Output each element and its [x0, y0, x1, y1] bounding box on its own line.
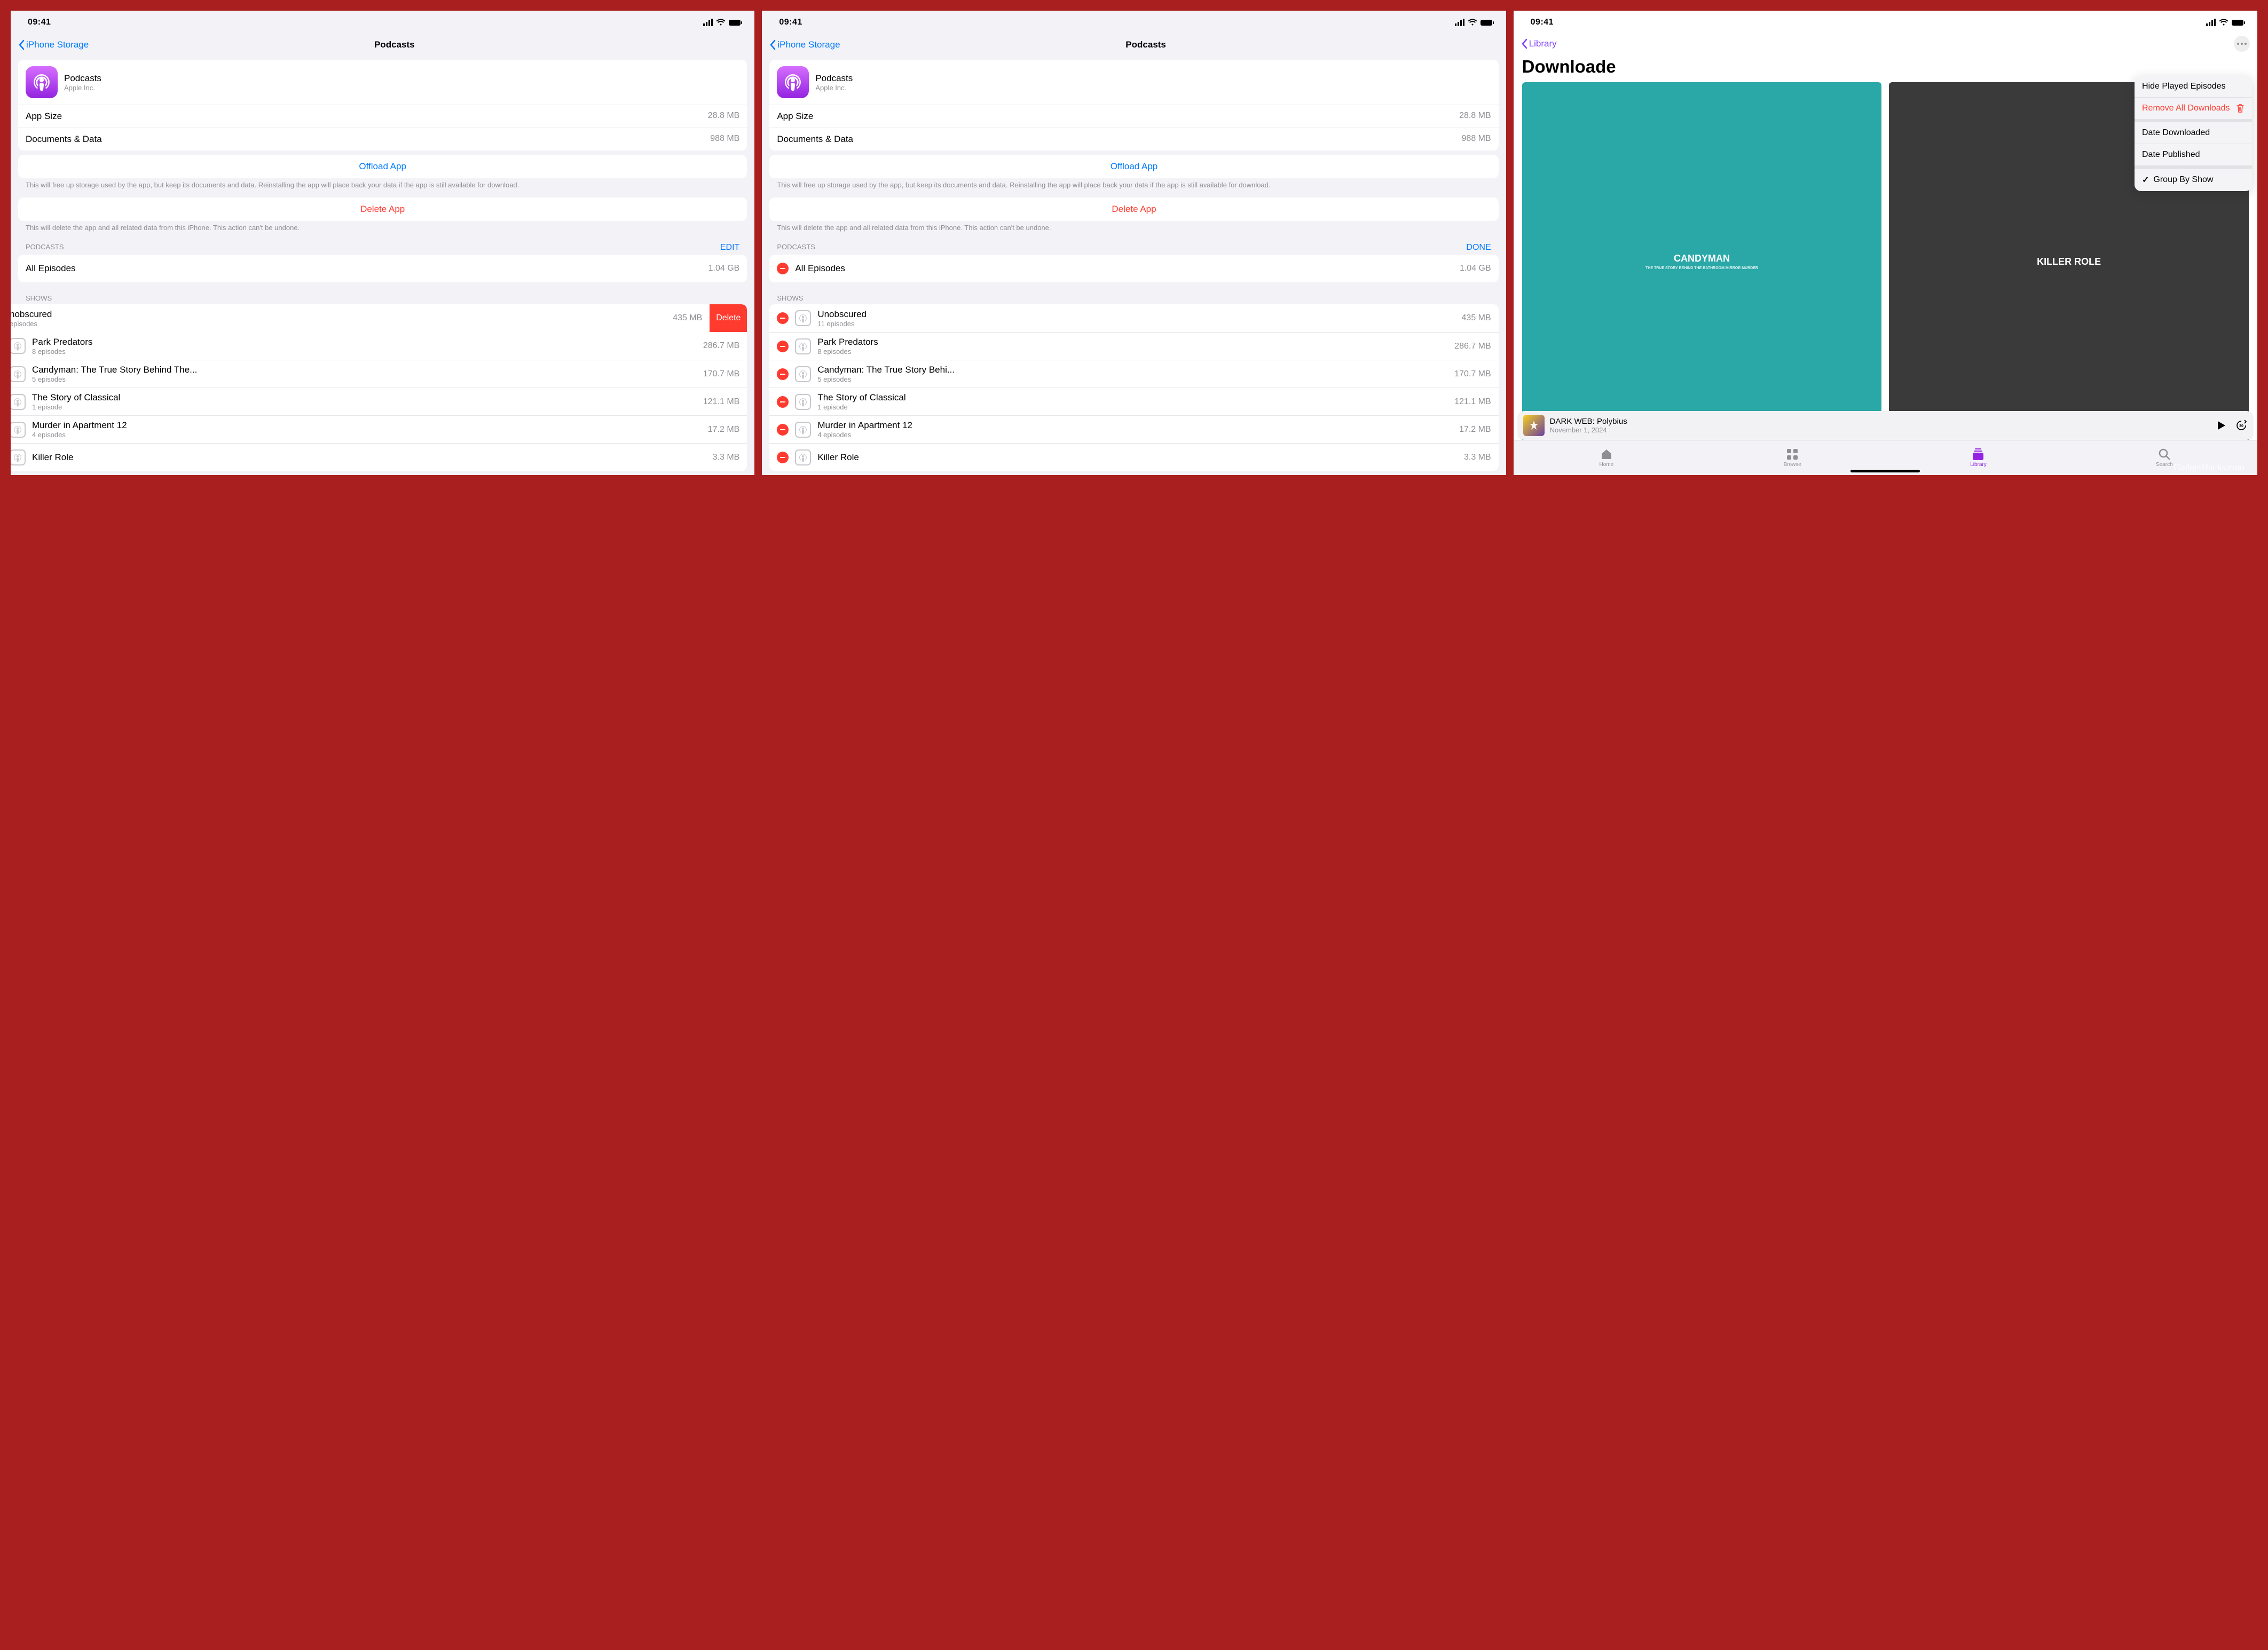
- menu-group-by-show[interactable]: ✓Group By Show: [2135, 169, 2252, 191]
- tab-home[interactable]: Home: [1514, 440, 1699, 475]
- podcast-icon: [11, 338, 26, 354]
- podcast-icon: [11, 449, 26, 465]
- app-card: Podcasts Apple Inc. App Size28.8 MB Docu…: [769, 60, 1498, 151]
- menu-date-published[interactable]: Date Published: [2135, 144, 2252, 165]
- delete-minus-icon[interactable]: [777, 452, 789, 463]
- show-row[interactable]: Killer Role3.3 MB: [11, 443, 747, 471]
- show-artwork: CANDYMANTHE TRUE STORY BEHIND THE BATHRO…: [1522, 82, 1882, 442]
- app-size-row: App Size28.8 MB: [18, 105, 747, 128]
- swipe-delete-button[interactable]: Delete: [710, 304, 747, 332]
- delete-minus-icon[interactable]: [777, 263, 789, 274]
- now-playing-bar[interactable]: DARK WEB: Polybius November 1, 2024 30: [1518, 411, 2253, 440]
- show-row[interactable]: The Story of Classical1 episode121.1 MB: [11, 388, 747, 415]
- home-indicator[interactable]: [1850, 470, 1920, 472]
- podcast-icon: [795, 366, 811, 382]
- podcast-icon: [795, 449, 811, 465]
- delete-help: This will delete the app and all related…: [26, 223, 739, 233]
- page-title: Podcasts: [46, 40, 747, 50]
- podcasts-app-icon: [777, 66, 809, 98]
- nav-header: iPhone Storage Podcasts: [762, 34, 1506, 56]
- delete-minus-icon[interactable]: [777, 312, 789, 324]
- show-row[interactable]: Murder in Apartment 124 episodes17.2 MB: [769, 415, 1498, 443]
- menu-remove-all[interactable]: Remove All Downloads: [2135, 97, 2252, 119]
- play-icon[interactable]: [2216, 420, 2226, 431]
- forward-30-icon[interactable]: 30: [2235, 419, 2248, 432]
- offload-button[interactable]: Offload App: [769, 155, 1498, 178]
- all-episodes-row[interactable]: All Episodes 1.04 GB: [18, 255, 747, 282]
- show-row[interactable]: Park Predators8 episodes286.7 MB: [769, 332, 1498, 360]
- nav-header: iPhone Storage Podcasts: [11, 34, 754, 56]
- app-name: Podcasts: [64, 73, 101, 84]
- menu-date-downloaded[interactable]: Date Downloaded: [2135, 122, 2252, 144]
- battery-icon: [2232, 19, 2246, 26]
- trash-icon: [2236, 104, 2245, 113]
- context-menu: Hide Played Episodes Remove All Download…: [2135, 76, 2252, 191]
- offload-help: This will free up storage used by the ap…: [26, 180, 739, 190]
- podcast-icon: [11, 394, 26, 410]
- podcast-icon: [795, 394, 811, 410]
- menu-hide-played[interactable]: Hide Played Episodes: [2135, 76, 2252, 97]
- now-playing-date: November 1, 2024: [1550, 426, 2216, 434]
- done-button[interactable]: DONE: [1466, 243, 1491, 252]
- battery-icon: [1480, 19, 1494, 26]
- svg-text:30: 30: [2239, 424, 2243, 428]
- wifi-icon: [716, 19, 726, 26]
- podcast-icon: [11, 422, 26, 438]
- show-row[interactable]: Candyman: The True Story Behind The...5 …: [11, 360, 747, 388]
- podcasts-app-icon: [26, 66, 58, 98]
- status-time: 09:41: [779, 18, 802, 27]
- delete-app-button[interactable]: Delete App: [769, 198, 1498, 221]
- watermark: GadgetHacks.com: [2174, 462, 2245, 473]
- app-vendor: Apple Inc.: [64, 84, 101, 92]
- library-back-button[interactable]: Library: [1521, 38, 1557, 49]
- delete-minus-icon[interactable]: [777, 424, 789, 436]
- delete-minus-icon[interactable]: [777, 396, 789, 408]
- screen-library: 09:41 Library Downloade Hide Played Epis…: [1514, 11, 2257, 475]
- offload-button[interactable]: Offload App: [18, 155, 747, 178]
- all-episodes-row[interactable]: All Episodes 1.04 GB: [769, 255, 1498, 282]
- edit-button[interactable]: EDIT: [720, 243, 739, 252]
- podcast-icon: [11, 366, 26, 382]
- status-bar: 09:41: [1514, 11, 2257, 34]
- shows-section-label: SHOWS: [11, 291, 754, 304]
- delete-minus-icon[interactable]: [777, 341, 789, 352]
- documents-row: Documents & Data988 MB: [18, 128, 747, 151]
- now-playing-art: [1523, 415, 1545, 436]
- show-row-swiped[interactable]: nobscuredepisodes 435 MB Delete: [11, 304, 747, 332]
- more-button[interactable]: [2234, 36, 2250, 52]
- cellular-icon: [1455, 19, 1464, 26]
- status-time: 09:41: [1531, 18, 1554, 27]
- status-time: 09:41: [28, 18, 51, 27]
- show-row[interactable]: The Story of Classical1 episode121.1 MB: [769, 388, 1498, 415]
- podcast-icon: [795, 310, 811, 326]
- app-card: Podcasts Apple Inc. App Size28.8 MB Docu…: [18, 60, 747, 151]
- screen-storage-edit: 09:41 iPhone Storage Podcasts Podcasts A…: [762, 11, 1506, 475]
- battery-icon: [729, 19, 743, 26]
- show-row[interactable]: Park Predators8 episodes286.7 MB: [11, 332, 747, 360]
- status-bar: 09:41: [762, 11, 1506, 34]
- wifi-icon: [1468, 19, 1477, 26]
- delete-app-button[interactable]: Delete App: [18, 198, 747, 221]
- status-icons: [703, 19, 743, 26]
- screen-storage-swipe: 09:41 iPhone Storage Podcasts Podcasts A…: [11, 11, 754, 475]
- podcast-icon: [795, 422, 811, 438]
- page-title: Podcasts: [798, 40, 1499, 50]
- now-playing-title: DARK WEB: Polybius: [1550, 417, 2216, 426]
- podcast-icon: [795, 338, 811, 354]
- show-row[interactable]: Murder in Apartment 124 episodes17.2 MB: [11, 415, 747, 443]
- wifi-icon: [2219, 19, 2228, 26]
- cellular-icon: [703, 19, 713, 26]
- show-row[interactable]: Candyman: The True Story Behi...5 episod…: [769, 360, 1498, 388]
- cellular-icon: [2206, 19, 2216, 26]
- show-row[interactable]: Killer Role3.3 MB: [769, 443, 1498, 471]
- checkmark-icon: ✓: [2142, 175, 2149, 185]
- status-bar: 09:41: [11, 11, 754, 34]
- podcasts-section-label: PODCASTS EDIT: [11, 240, 754, 255]
- show-card[interactable]: CANDYMANTHE TRUE STORY BEHIND THE BATHRO…: [1522, 82, 1882, 462]
- show-row[interactable]: Unobscured11 episodes435 MB: [769, 304, 1498, 332]
- delete-minus-icon[interactable]: [777, 368, 789, 380]
